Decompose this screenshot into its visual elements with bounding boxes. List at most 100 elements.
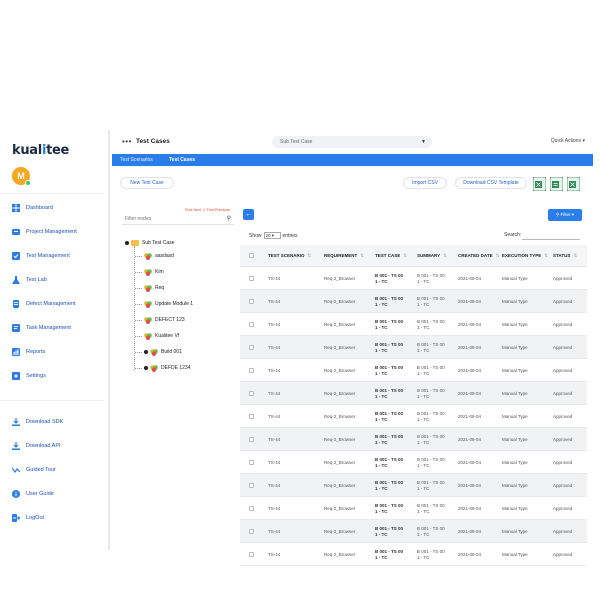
cell-test-case: B 001 - TS 00 1 - TC <box>375 428 403 451</box>
row-checkbox[interactable] <box>249 497 254 520</box>
table-row[interactable]: TS-44 Req-2_Browser B 001 - TS 00 1 - TC B 0… <box>240 543 587 566</box>
tree-node[interactable]: Kim <box>135 267 164 277</box>
sidebar-item-defect-management[interactable]: Defect Management <box>12 297 106 311</box>
tree-connector <box>135 319 142 321</box>
excel-export-icon[interactable] <box>533 177 546 191</box>
sidebar-item-guided-tour[interactable]: Guided Tour <box>12 463 106 477</box>
column-header[interactable]: SUMMARY ⇅ <box>417 245 447 267</box>
sidebar-item-settings[interactable]: Settings <box>12 369 106 383</box>
cell-execution-type: Manual Type <box>502 321 528 327</box>
table-row[interactable]: TS-44 Req-2_Browser B 001 - TS 00 1 - TC B 0… <box>240 359 587 382</box>
cell-test-case-line: B 001 - TS 00 <box>375 411 404 416</box>
search-icon[interactable]: ⚲ <box>227 213 231 225</box>
import-csv-button[interactable]: Import CSV <box>403 177 447 189</box>
sidebar-item-user-guide[interactable]: User Guide <box>12 487 106 501</box>
row-checkbox[interactable] <box>249 290 254 313</box>
tree-node[interactable]: aasdasd <box>135 251 174 261</box>
row-checkbox[interactable] <box>249 382 254 405</box>
table-row[interactable]: TS-44 Req-2_Browser B 001 - TS 00 1 - TC B 0… <box>240 497 587 520</box>
tree-node[interactable]: Update Module 1 <box>135 299 193 309</box>
row-checkbox[interactable] <box>249 520 254 543</box>
row-checkbox[interactable] <box>249 405 254 428</box>
column-header[interactable]: TEST CASE ⇅ <box>375 245 407 267</box>
sidebar-item-download-sdk[interactable]: Download SDK <box>12 415 106 429</box>
sidebar-item-logout[interactable]: LogOut <box>12 511 106 525</box>
row-checkbox[interactable] <box>249 428 254 451</box>
tab-test-scenarios[interactable]: Test Scenarios <box>120 154 153 166</box>
sidebar-item-test-lab[interactable]: Test Lab <box>12 273 106 287</box>
expand-bullet-icon[interactable] <box>144 366 148 370</box>
table-row[interactable]: TS-44 Req-2_Browser B 001 - TS 00 1 - TC B 0… <box>240 451 587 474</box>
row-checkbox[interactable] <box>249 474 254 497</box>
checkbox-box <box>249 391 254 396</box>
tree-node[interactable]: DEFECT 123 <box>135 315 185 325</box>
table-row[interactable]: TS-44 Req-2_Browser B 001 - TS 00 1 - TC B 0… <box>240 267 587 290</box>
table-row[interactable]: TS-44 Req-2_Browser B 001 - TS 00 1 - TC B 0… <box>240 428 587 451</box>
tree-node[interactable]: Build 001 <box>135 347 182 357</box>
cell-requirement: Req-2_Browser <box>324 275 356 281</box>
checkbox-box <box>249 299 254 304</box>
sidebar-item-dashboard[interactable]: Dashboard <box>12 201 106 215</box>
row-checkbox[interactable] <box>249 336 254 359</box>
table-row[interactable]: TS-44 Req-2_Browser B 001 - TS 00 1 - TC B 0… <box>240 290 587 313</box>
sub-test-case-select[interactable]: Sub Test Case ▼ <box>272 136 432 148</box>
quick-actions-dropdown[interactable]: Quick Actions ▾ <box>551 138 585 144</box>
tree-node[interactable]: Req <box>135 283 164 293</box>
column-header[interactable]: STATUS ⇅ <box>553 245 577 267</box>
row-checkbox[interactable] <box>249 313 254 336</box>
column-header[interactable]: EXECUTION TYPE ⇅ <box>502 245 548 267</box>
tab-test-cases[interactable]: Test Cases <box>169 154 195 166</box>
sidebar-item-reports[interactable]: Reports <box>12 345 106 359</box>
cell-status: Approved <box>553 436 573 442</box>
cell-test-case-line: 1 - TC <box>375 485 388 491</box>
row-checkbox[interactable] <box>249 359 254 382</box>
table-header-row: TEST SCENARIO ⇅ REQUIREMENT ⇅ TEST CASE ⇅ S… <box>240 245 587 267</box>
cell-summary-line: B 001 - TS 00 <box>417 319 445 324</box>
row-checkbox[interactable] <box>249 267 254 290</box>
cell-created-date: 2021-08-04 <box>458 528 482 534</box>
table-row[interactable]: TS-44 Req-2_Browser B 001 - TS 00 1 - TC B 0… <box>240 405 587 428</box>
csv-export-icon[interactable] <box>550 177 563 191</box>
page-title: Test Cases <box>136 138 170 145</box>
table-row[interactable]: TS-44 Req-2_Browser B 001 - TS 00 1 - TC B 0… <box>240 382 587 405</box>
row-checkbox[interactable] <box>249 451 254 474</box>
filter-nodes-input[interactable]: Filter nodes ⚲ <box>122 213 234 225</box>
sidebar-item-label: Settings <box>26 373 46 379</box>
cell-created-date: 2021-08-04 <box>458 298 482 304</box>
new-test-case-button[interactable]: New Test Case <box>120 177 174 189</box>
sidebar-item-test-management[interactable]: Test Management <box>12 249 106 263</box>
sidebar-item-project-management[interactable]: Project Management <box>12 225 106 239</box>
avatar[interactable]: M <box>12 167 31 186</box>
table-row[interactable]: TS-44 Req-2_Browser B 001 - TS 00 1 - TC B 0… <box>240 474 587 497</box>
cell-test-case-text: B 001 - TS 00 1 - TC <box>375 526 403 537</box>
table-row[interactable]: TS-44 Req-2_Browser B 001 - TS 00 1 - TC B 0… <box>240 520 587 543</box>
table-search-input[interactable] <box>522 239 580 240</box>
entries-select[interactable]: 20 ▾ <box>263 232 281 239</box>
filter-button[interactable]: ⚲ Filter ▾ <box>548 209 582 221</box>
sidebar-item-task-management[interactable]: Task Management <box>12 321 106 335</box>
cell-summary: B 001 - TS 00 1 - TC <box>417 520 445 543</box>
back-arrow-button[interactable]: ← <box>243 209 254 220</box>
sidebar-item-download-api[interactable]: Download API <box>12 439 106 453</box>
table-row[interactable]: TS-44 Req-2_Browser B 001 - TS 00 1 - TC B 0… <box>240 336 587 359</box>
cell-execution-type: Manual Type <box>502 551 528 557</box>
row-checkbox[interactable] <box>249 543 254 566</box>
cell-test-case-line: B 001 - TS 00 <box>375 503 404 508</box>
cell-summary: B 001 - TS 00 1 - TC <box>417 313 445 336</box>
more-options-icon[interactable]: ••• <box>122 138 132 146</box>
download-csv-template-button[interactable]: Download CSV Template <box>455 177 527 189</box>
cell-summary: B 001 - TS 00 1 - TC <box>417 290 445 313</box>
cell-test-scenario: TS-44 <box>268 413 281 419</box>
cell-requirement: Req-2_Browser <box>324 367 356 373</box>
tree-root-node[interactable]: Sub Test Case <box>125 238 174 248</box>
tree-node[interactable]: DEFDE 1234 <box>135 363 190 373</box>
select-all-checkbox[interactable] <box>249 245 254 267</box>
find-next-previous-links[interactable]: Find Next ⇩ Find Previous <box>185 207 230 212</box>
column-header[interactable]: CREATED DATE ⇅ <box>458 245 499 267</box>
column-header[interactable]: REQUIREMENT ⇅ <box>324 245 364 267</box>
column-header[interactable]: TEST SCENARIO ⇅ <box>268 245 311 267</box>
expand-bullet-icon[interactable] <box>144 350 148 354</box>
table-row[interactable]: TS-44 Req-2_Browser B 001 - TS 00 1 - TC B 0… <box>240 313 587 336</box>
sheet-export-icon[interactable] <box>567 177 580 191</box>
tree-node[interactable]: Kualitee Vf <box>135 331 179 341</box>
